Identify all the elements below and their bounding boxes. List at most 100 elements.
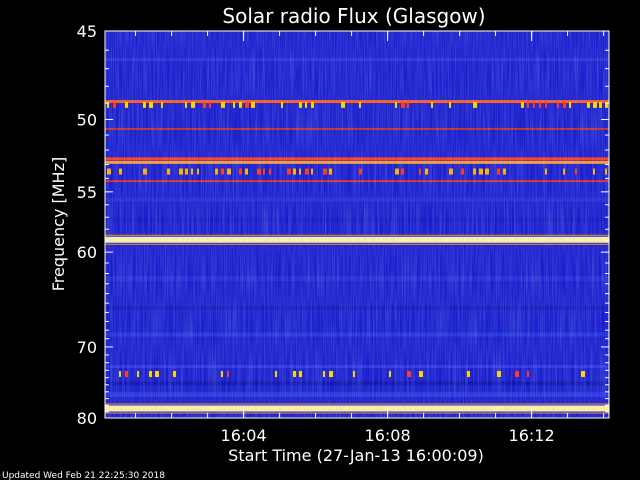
y-tick-label: 80 — [77, 409, 97, 428]
y-tick-label: 60 — [77, 243, 97, 262]
burst-spot — [473, 101, 477, 108]
burst-spot — [299, 168, 301, 175]
burst-spot — [401, 168, 404, 175]
burst-spot — [149, 370, 152, 377]
burst-spot — [563, 168, 565, 175]
burst-spot — [359, 168, 362, 175]
burst-spot — [539, 101, 541, 108]
burst-spot — [605, 168, 607, 175]
burst-spot — [389, 370, 391, 377]
burst-spot — [203, 101, 206, 108]
burst-spot — [533, 101, 535, 108]
burst-spot — [143, 101, 146, 108]
burst-spot — [221, 370, 223, 377]
burst-spot — [185, 168, 188, 175]
burst-spot — [545, 101, 547, 108]
spectrogram-figure: Solar radio Flux (Glasgow) 45 50 55 60 70 80 1… — [2, 4, 610, 480]
burst-spot — [125, 101, 128, 108]
burst-spot — [299, 370, 302, 377]
burst-spot — [215, 168, 218, 175]
burst-spot — [119, 370, 121, 377]
burst-spot — [227, 370, 229, 377]
plot-area — [104, 31, 610, 418]
burst-spot — [191, 101, 195, 108]
burst-spot — [461, 168, 464, 175]
burst-spot — [281, 101, 283, 108]
burst-spot — [449, 101, 451, 108]
burst-spot — [323, 168, 327, 175]
burst-spot — [341, 101, 345, 108]
burst-spot — [497, 168, 500, 175]
y-tick-label: 70 — [77, 338, 97, 357]
burst-spot — [263, 168, 265, 175]
burst-spot — [395, 101, 397, 108]
burst-spot — [479, 168, 483, 175]
burst-spot — [359, 101, 361, 108]
burst-spot — [419, 168, 421, 175]
burst-spot — [587, 101, 590, 108]
burst-spot — [485, 168, 489, 175]
burst-spot — [179, 168, 183, 175]
burst-spot — [467, 370, 470, 377]
x-axis-label: Start Time (27-Jan-13 16:00:09) — [228, 446, 484, 465]
burst-spot — [311, 101, 314, 108]
burst-spot — [119, 168, 122, 175]
chart-title: Solar radio Flux (Glasgow) — [222, 4, 485, 28]
burst-spot — [419, 370, 423, 377]
burst-spot — [407, 370, 411, 377]
burst-spot — [113, 101, 116, 108]
burst-spot — [149, 101, 153, 108]
burst-spot — [425, 168, 428, 175]
burst-spot — [473, 168, 476, 175]
burst-spot — [305, 168, 309, 175]
burst-spot — [323, 370, 325, 377]
burst-spot — [197, 168, 199, 175]
burst-spot — [257, 168, 261, 175]
burst-spot — [185, 101, 187, 108]
burst-spot — [143, 168, 147, 175]
burst-spot — [275, 370, 277, 377]
y-axis-label: Frequency [MHz] — [49, 157, 68, 291]
burst-spot — [293, 168, 296, 175]
burst-spot — [233, 101, 235, 108]
burst-spot — [221, 168, 224, 175]
burst-spot — [299, 101, 302, 108]
plot-noise — [105, 31, 609, 418]
burst-spot — [329, 370, 333, 377]
burst-spot — [173, 370, 176, 377]
burst-spot — [431, 101, 433, 108]
burst-spot — [125, 370, 128, 377]
burst-spot — [245, 101, 249, 108]
y-tick-label: 55 — [77, 183, 97, 202]
burst-spot — [401, 101, 405, 108]
burst-spot — [569, 101, 571, 108]
burst-spot — [497, 370, 501, 377]
burst-spot — [593, 101, 597, 108]
burst-spot — [557, 101, 559, 108]
x-tick-label: 16:08 — [365, 426, 411, 445]
y-tick-label: 50 — [77, 110, 97, 129]
burst-spot — [107, 168, 111, 175]
burst-spot — [407, 101, 409, 108]
x-tick-label: 16:12 — [509, 426, 555, 445]
burst-spot — [575, 168, 577, 175]
burst-spot — [521, 101, 524, 108]
burst-spot — [227, 168, 231, 175]
burst-spot — [527, 101, 529, 108]
burst-spot — [209, 101, 211, 108]
burst-spot — [269, 168, 271, 175]
burst-spot — [329, 168, 332, 175]
burst-spot — [287, 168, 291, 175]
burst-spot — [581, 370, 585, 377]
burst-spot — [155, 370, 159, 377]
burst-spot — [563, 101, 566, 108]
updated-timestamp: Updated Wed Feb 21 22:25:30 2018 — [2, 471, 165, 480]
burst-spot — [527, 370, 529, 377]
burst-spot — [161, 101, 163, 108]
burst-spot — [395, 168, 399, 175]
burst-spot — [449, 168, 453, 175]
burst-spot — [305, 101, 307, 108]
burst-spot — [515, 370, 519, 377]
x-tick-label: 16:04 — [221, 426, 267, 445]
burst-spot — [353, 370, 355, 377]
